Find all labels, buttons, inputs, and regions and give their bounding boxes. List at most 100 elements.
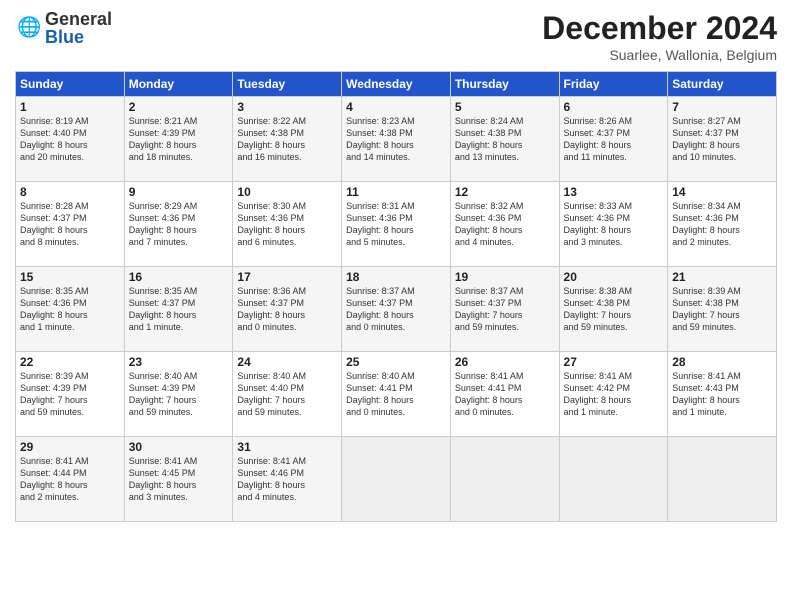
table-row: 22 Sunrise: 8:39 AMSunset: 4:39 PMDayligh… bbox=[16, 352, 125, 437]
day-number: 4 bbox=[346, 100, 446, 114]
logo: 🌐 General Blue bbox=[15, 10, 112, 46]
cell-info: Sunrise: 8:39 AMSunset: 4:38 PMDaylight:… bbox=[672, 286, 741, 332]
day-number: 2 bbox=[129, 100, 229, 114]
cell-info: Sunrise: 8:40 AMSunset: 4:39 PMDaylight:… bbox=[129, 371, 198, 417]
cell-info: Sunrise: 8:40 AMSunset: 4:40 PMDaylight:… bbox=[237, 371, 306, 417]
table-row: 9 Sunrise: 8:29 AMSunset: 4:36 PMDaylight… bbox=[124, 182, 233, 267]
day-number: 30 bbox=[129, 440, 229, 454]
day-number: 7 bbox=[672, 100, 772, 114]
day-number: 27 bbox=[564, 355, 664, 369]
header: 🌐 General Blue December 2024 Suarlee, Wa… bbox=[15, 10, 777, 63]
col-sunday: Sunday bbox=[16, 72, 125, 97]
month-title: December 2024 bbox=[542, 10, 777, 47]
table-row: 15 Sunrise: 8:35 AMSunset: 4:36 PMDayligh… bbox=[16, 267, 125, 352]
table-row: 23 Sunrise: 8:40 AMSunset: 4:39 PMDayligh… bbox=[124, 352, 233, 437]
logo-line1: General bbox=[45, 10, 112, 28]
table-row: 17 Sunrise: 8:36 AMSunset: 4:37 PMDayligh… bbox=[233, 267, 342, 352]
cell-info: Sunrise: 8:39 AMSunset: 4:39 PMDaylight:… bbox=[20, 371, 89, 417]
cell-info: Sunrise: 8:23 AMSunset: 4:38 PMDaylight:… bbox=[346, 116, 415, 162]
table-row: 18Sunrise: 8:37 AMSunset: 4:37 PMDayligh… bbox=[342, 267, 451, 352]
cell-info: Sunrise: 8:29 AMSunset: 4:36 PMDaylight:… bbox=[129, 201, 198, 247]
table-row: 21 Sunrise: 8:39 AMSunset: 4:38 PMDayligh… bbox=[668, 267, 777, 352]
cell-info: Sunrise: 8:37 AMSunset: 4:37 PMDaylight:… bbox=[346, 286, 415, 332]
day-number: 25 bbox=[346, 355, 446, 369]
table-row: 1Sunrise: 8:19 AMSunset: 4:40 PMDaylight… bbox=[16, 97, 125, 182]
day-number: 16 bbox=[129, 270, 229, 284]
cell-info: Sunrise: 8:41 AMSunset: 4:45 PMDaylight:… bbox=[129, 456, 198, 502]
table-row: 26Sunrise: 8:41 AMSunset: 4:41 PMDayligh… bbox=[450, 352, 559, 437]
calendar-header-row: Sunday Monday Tuesday Wednesday Thursday… bbox=[16, 72, 777, 97]
table-row: 6 Sunrise: 8:26 AMSunset: 4:37 PMDaylight… bbox=[559, 97, 668, 182]
day-number: 19 bbox=[455, 270, 555, 284]
cell-info: Sunrise: 8:28 AMSunset: 4:37 PMDaylight:… bbox=[20, 201, 89, 247]
cell-info: Sunrise: 8:41 AMSunset: 4:42 PMDaylight:… bbox=[564, 371, 633, 417]
cell-info: Sunrise: 8:41 AMSunset: 4:41 PMDaylight:… bbox=[455, 371, 524, 417]
day-number: 23 bbox=[129, 355, 229, 369]
day-number: 29 bbox=[20, 440, 120, 454]
cell-info: Sunrise: 8:33 AMSunset: 4:36 PMDaylight:… bbox=[564, 201, 633, 247]
col-tuesday: Tuesday bbox=[233, 72, 342, 97]
day-number: 20 bbox=[564, 270, 664, 284]
logo-line2: Blue bbox=[45, 28, 112, 46]
col-wednesday: Wednesday bbox=[342, 72, 451, 97]
col-saturday: Saturday bbox=[668, 72, 777, 97]
calendar-week-row: 15 Sunrise: 8:35 AMSunset: 4:36 PMDayligh… bbox=[16, 267, 777, 352]
table-row: 30 Sunrise: 8:41 AMSunset: 4:45 PMDayligh… bbox=[124, 437, 233, 522]
table-row: 16 Sunrise: 8:35 AMSunset: 4:37 PMDayligh… bbox=[124, 267, 233, 352]
day-number: 5 bbox=[455, 100, 555, 114]
day-number: 3 bbox=[237, 100, 337, 114]
day-number: 12 bbox=[455, 185, 555, 199]
cell-info: Sunrise: 8:41 AMSunset: 4:46 PMDaylight:… bbox=[237, 456, 306, 502]
col-thursday: Thursday bbox=[450, 72, 559, 97]
table-row: 3Sunrise: 8:22 AMSunset: 4:38 PMDaylight… bbox=[233, 97, 342, 182]
table-row: 29Sunrise: 8:41 AMSunset: 4:44 PMDayligh… bbox=[16, 437, 125, 522]
page: 🌐 General Blue December 2024 Suarlee, Wa… bbox=[0, 0, 792, 612]
col-monday: Monday bbox=[124, 72, 233, 97]
table-row: 11Sunrise: 8:31 AMSunset: 4:36 PMDayligh… bbox=[342, 182, 451, 267]
logo-icon: 🌐 bbox=[17, 14, 45, 42]
day-number: 21 bbox=[672, 270, 772, 284]
day-number: 9 bbox=[129, 185, 229, 199]
calendar-week-row: 8Sunrise: 8:28 AMSunset: 4:37 PMDaylight… bbox=[16, 182, 777, 267]
table-row bbox=[668, 437, 777, 522]
cell-info: Sunrise: 8:24 AMSunset: 4:38 PMDaylight:… bbox=[455, 116, 524, 162]
day-number: 15 bbox=[20, 270, 120, 284]
day-number: 14 bbox=[672, 185, 772, 199]
day-number: 22 bbox=[20, 355, 120, 369]
table-row bbox=[450, 437, 559, 522]
table-row bbox=[559, 437, 668, 522]
day-number: 28 bbox=[672, 355, 772, 369]
day-number: 17 bbox=[237, 270, 337, 284]
cell-info: Sunrise: 8:35 AMSunset: 4:37 PMDaylight:… bbox=[129, 286, 198, 332]
cell-info: Sunrise: 8:37 AMSunset: 4:37 PMDaylight:… bbox=[455, 286, 524, 332]
table-row: 7 Sunrise: 8:27 AMSunset: 4:37 PMDaylight… bbox=[668, 97, 777, 182]
cell-info: Sunrise: 8:34 AMSunset: 4:36 PMDaylight:… bbox=[672, 201, 741, 247]
title-block: December 2024 Suarlee, Wallonia, Belgium bbox=[542, 10, 777, 63]
day-number: 24 bbox=[237, 355, 337, 369]
calendar-table: Sunday Monday Tuesday Wednesday Thursday… bbox=[15, 71, 777, 522]
table-row: 5 Sunrise: 8:24 AMSunset: 4:38 PMDaylight… bbox=[450, 97, 559, 182]
cell-info: Sunrise: 8:30 AMSunset: 4:36 PMDaylight:… bbox=[237, 201, 306, 247]
day-number: 10 bbox=[237, 185, 337, 199]
cell-info: Sunrise: 8:40 AMSunset: 4:41 PMDaylight:… bbox=[346, 371, 415, 417]
table-row: 12Sunrise: 8:32 AMSunset: 4:36 PMDayligh… bbox=[450, 182, 559, 267]
table-row: 27 Sunrise: 8:41 AMSunset: 4:42 PMDayligh… bbox=[559, 352, 668, 437]
day-number: 6 bbox=[564, 100, 664, 114]
logo-text: General Blue bbox=[45, 10, 112, 46]
cell-info: Sunrise: 8:27 AMSunset: 4:37 PMDaylight:… bbox=[672, 116, 741, 162]
location-subtitle: Suarlee, Wallonia, Belgium bbox=[542, 47, 777, 63]
cell-info: Sunrise: 8:35 AMSunset: 4:36 PMDaylight:… bbox=[20, 286, 89, 332]
cell-info: Sunrise: 8:36 AMSunset: 4:37 PMDaylight:… bbox=[237, 286, 306, 332]
cell-info: Sunrise: 8:21 AMSunset: 4:39 PMDaylight:… bbox=[129, 116, 198, 162]
calendar-week-row: 1Sunrise: 8:19 AMSunset: 4:40 PMDaylight… bbox=[16, 97, 777, 182]
day-number: 13 bbox=[564, 185, 664, 199]
table-row: 28Sunrise: 8:41 AMSunset: 4:43 PMDayligh… bbox=[668, 352, 777, 437]
day-number: 31 bbox=[237, 440, 337, 454]
table-row bbox=[342, 437, 451, 522]
table-row: 2 Sunrise: 8:21 AMSunset: 4:39 PMDaylight… bbox=[124, 97, 233, 182]
svg-text:🌐: 🌐 bbox=[17, 16, 41, 39]
cell-info: Sunrise: 8:26 AMSunset: 4:37 PMDaylight:… bbox=[564, 116, 633, 162]
table-row: 20Sunrise: 8:38 AMSunset: 4:38 PMDayligh… bbox=[559, 267, 668, 352]
calendar-week-row: 22 Sunrise: 8:39 AMSunset: 4:39 PMDayligh… bbox=[16, 352, 777, 437]
day-number: 11 bbox=[346, 185, 446, 199]
